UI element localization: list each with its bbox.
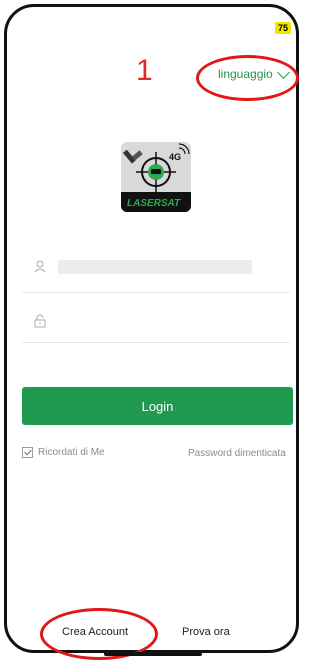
username-input[interactable]	[58, 260, 252, 274]
logo-brand-text: LASERSAT	[127, 198, 181, 209]
app-logo: 4G LASERSAT	[121, 142, 191, 212]
annotation-ellipse-language	[196, 55, 299, 101]
remember-me-checkbox[interactable]: Ricordati di Me	[22, 447, 105, 458]
forgot-password-link[interactable]: Password dimenticata	[188, 448, 286, 459]
user-icon	[34, 260, 46, 278]
login-button[interactable]: Login	[22, 387, 293, 425]
username-underline	[22, 292, 290, 293]
annotation-step-number: 1	[136, 54, 153, 87]
lock-icon	[34, 314, 46, 333]
try-now-link[interactable]: Prova ora	[182, 626, 230, 638]
home-indicator	[104, 652, 202, 656]
battery-indicator: 75	[274, 22, 291, 34]
remember-me-label: Ricordati di Me	[38, 447, 105, 458]
logo-badge: 4G	[169, 152, 181, 162]
checkbox-checked-icon	[22, 447, 33, 458]
password-input[interactable]	[58, 312, 288, 332]
password-underline	[22, 342, 290, 343]
